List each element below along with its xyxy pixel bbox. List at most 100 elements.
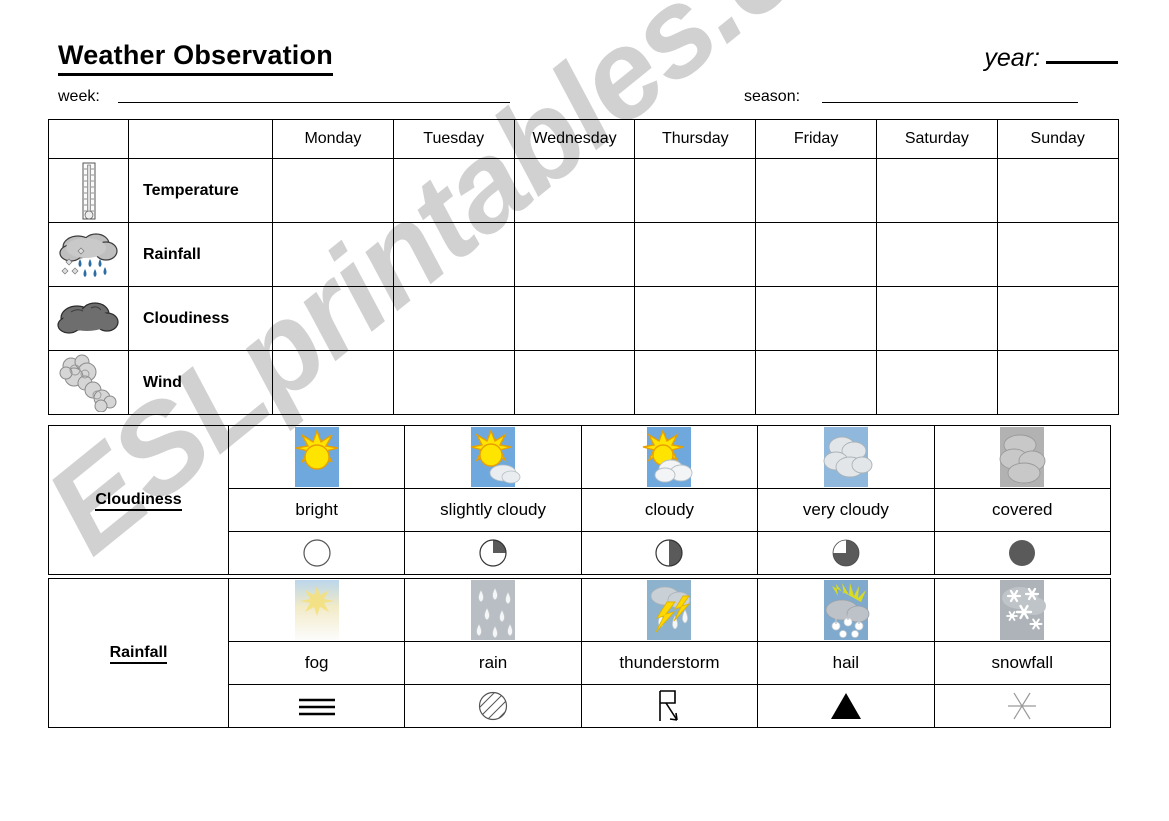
rain-cloud-icon bbox=[48, 222, 129, 287]
rainfall-word-thunderstorm: thunderstorm bbox=[580, 641, 759, 685]
cell-wind-sunday[interactable] bbox=[996, 350, 1119, 415]
wind-cloud-icon bbox=[48, 350, 129, 415]
cloudiness-word-cloudy: cloudy bbox=[580, 488, 759, 532]
day-header-sunday: Sunday bbox=[996, 119, 1119, 159]
cell-temperature-tuesday[interactable] bbox=[392, 158, 515, 223]
observation-table: Monday Tuesday Wednesday Thursday Friday… bbox=[48, 119, 1119, 415]
rainfall-legend-title-text: Rainfall bbox=[109, 644, 168, 664]
cell-rainfall-sunday[interactable] bbox=[996, 222, 1119, 287]
cell-temperature-friday[interactable] bbox=[755, 158, 877, 223]
meta-row: week: season: bbox=[58, 88, 1118, 114]
dark-cloud-icon bbox=[48, 286, 129, 351]
cell-temperature-thursday[interactable] bbox=[634, 158, 757, 223]
table-row-temperature: Temperature bbox=[48, 158, 1119, 223]
day-header-saturday: Saturday bbox=[875, 119, 998, 159]
day-header-monday: Monday bbox=[272, 119, 394, 159]
cell-rainfall-friday[interactable] bbox=[755, 222, 877, 287]
row-label-temperature: Temperature bbox=[128, 158, 273, 223]
cell-cloudiness-saturday[interactable] bbox=[875, 286, 998, 351]
row-label-wind: Wind bbox=[128, 350, 273, 415]
circle-quarter-icon bbox=[404, 531, 582, 575]
rainfall-legend-title: Rainfall bbox=[48, 578, 229, 728]
filled-triangle-icon bbox=[757, 684, 935, 728]
row-label-rainfall: Rainfall bbox=[128, 222, 273, 287]
corner-cell-icon bbox=[48, 119, 129, 159]
cell-wind-monday[interactable] bbox=[272, 350, 394, 415]
rainfall-word-rain: rain bbox=[404, 641, 582, 685]
corner-cell-label bbox=[128, 119, 273, 159]
day-header-wednesday: Wednesday bbox=[513, 119, 636, 159]
rainfall-legend-table: Rainfall fog rain thunderstorm hail snow… bbox=[48, 578, 1111, 728]
header-row: Weather Observation year: bbox=[58, 40, 1118, 82]
cell-wind-wednesday[interactable] bbox=[513, 350, 636, 415]
year-blank-line[interactable] bbox=[1046, 60, 1118, 64]
week-blank-line[interactable] bbox=[117, 88, 510, 103]
year-label: year: bbox=[984, 44, 1040, 72]
cell-cloudiness-thursday[interactable] bbox=[634, 286, 757, 351]
cloudiness-legend-title: Cloudiness bbox=[48, 425, 229, 575]
fog-picture bbox=[227, 578, 406, 642]
week-field-group: week: bbox=[58, 88, 510, 106]
cell-cloudiness-wednesday[interactable] bbox=[513, 286, 636, 351]
cloudiness-legend-title-text: Cloudiness bbox=[95, 491, 182, 511]
sun-cloud-picture bbox=[580, 425, 759, 489]
cell-wind-saturday[interactable] bbox=[875, 350, 998, 415]
season-blank-line[interactable] bbox=[822, 88, 1079, 103]
cell-wind-thursday[interactable] bbox=[634, 350, 757, 415]
table-header-row: Monday Tuesday Wednesday Thursday Friday… bbox=[48, 119, 1119, 159]
season-label: season: bbox=[744, 88, 801, 105]
hail-picture bbox=[757, 578, 935, 642]
cell-rainfall-tuesday[interactable] bbox=[392, 222, 515, 287]
day-header-tuesday: Tuesday bbox=[392, 119, 515, 159]
cell-rainfall-wednesday[interactable] bbox=[513, 222, 636, 287]
cell-cloudiness-tuesday[interactable] bbox=[392, 286, 515, 351]
season-field-group: season: bbox=[744, 88, 1079, 106]
hatched-circle-icon bbox=[404, 684, 582, 728]
week-label: week: bbox=[58, 88, 100, 105]
circle-half-icon bbox=[580, 531, 759, 575]
cloudiness-legend-table: Cloudiness bright slightly cloudy cloudy… bbox=[48, 425, 1111, 575]
sun-small-cloud-picture bbox=[404, 425, 582, 489]
cell-temperature-monday[interactable] bbox=[272, 158, 394, 223]
cell-temperature-wednesday[interactable] bbox=[513, 158, 636, 223]
cloudiness-word-very-cloudy: very cloudy bbox=[757, 488, 935, 532]
raindrops-picture bbox=[404, 578, 582, 642]
cell-temperature-sunday[interactable] bbox=[996, 158, 1119, 223]
rainfall-word-snowfall: snowfall bbox=[933, 641, 1111, 685]
rainfall-picture-row: Rainfall bbox=[48, 578, 1111, 728]
cell-rainfall-thursday[interactable] bbox=[634, 222, 757, 287]
cloudiness-word-slightly-cloudy: slightly cloudy bbox=[404, 488, 582, 532]
cell-wind-tuesday[interactable] bbox=[392, 350, 515, 415]
circle-empty-icon bbox=[227, 531, 406, 575]
cell-cloudiness-sunday[interactable] bbox=[996, 286, 1119, 351]
cell-rainfall-monday[interactable] bbox=[272, 222, 394, 287]
cell-temperature-saturday[interactable] bbox=[875, 158, 998, 223]
cell-rainfall-saturday[interactable] bbox=[875, 222, 998, 287]
fog-lines-icon bbox=[227, 684, 406, 728]
rainfall-word-hail: hail bbox=[757, 641, 935, 685]
lightning-arrow-icon bbox=[580, 684, 759, 728]
table-row-wind: Wind bbox=[48, 350, 1119, 415]
snow-asterisk-icon bbox=[933, 684, 1111, 728]
rainfall-word-fog: fog bbox=[227, 641, 406, 685]
page-title: Weather Observation bbox=[58, 40, 333, 76]
grey-overcast-picture bbox=[933, 425, 1111, 489]
cloudiness-word-covered: covered bbox=[933, 488, 1111, 532]
row-label-cloudiness: Cloudiness bbox=[128, 286, 273, 351]
circle-full-icon bbox=[933, 531, 1111, 575]
day-header-friday: Friday bbox=[755, 119, 877, 159]
clouds-picture bbox=[757, 425, 935, 489]
year-field-group: year: bbox=[984, 44, 1118, 73]
cell-cloudiness-monday[interactable] bbox=[272, 286, 394, 351]
table-row-cloudiness: Cloudiness bbox=[48, 286, 1119, 351]
snowflakes-picture bbox=[933, 578, 1111, 642]
day-header-thursday: Thursday bbox=[634, 119, 757, 159]
thermometer-icon bbox=[48, 158, 129, 223]
worksheet-page: Weather Observation year: week: season: … bbox=[0, 0, 1169, 821]
cell-wind-friday[interactable] bbox=[755, 350, 877, 415]
lightning-picture bbox=[580, 578, 759, 642]
cloudiness-picture-row: Cloudiness bbox=[48, 425, 1111, 575]
cell-cloudiness-friday[interactable] bbox=[755, 286, 877, 351]
table-row-rainfall: Rainfall bbox=[48, 222, 1119, 287]
sun-picture bbox=[227, 425, 406, 489]
